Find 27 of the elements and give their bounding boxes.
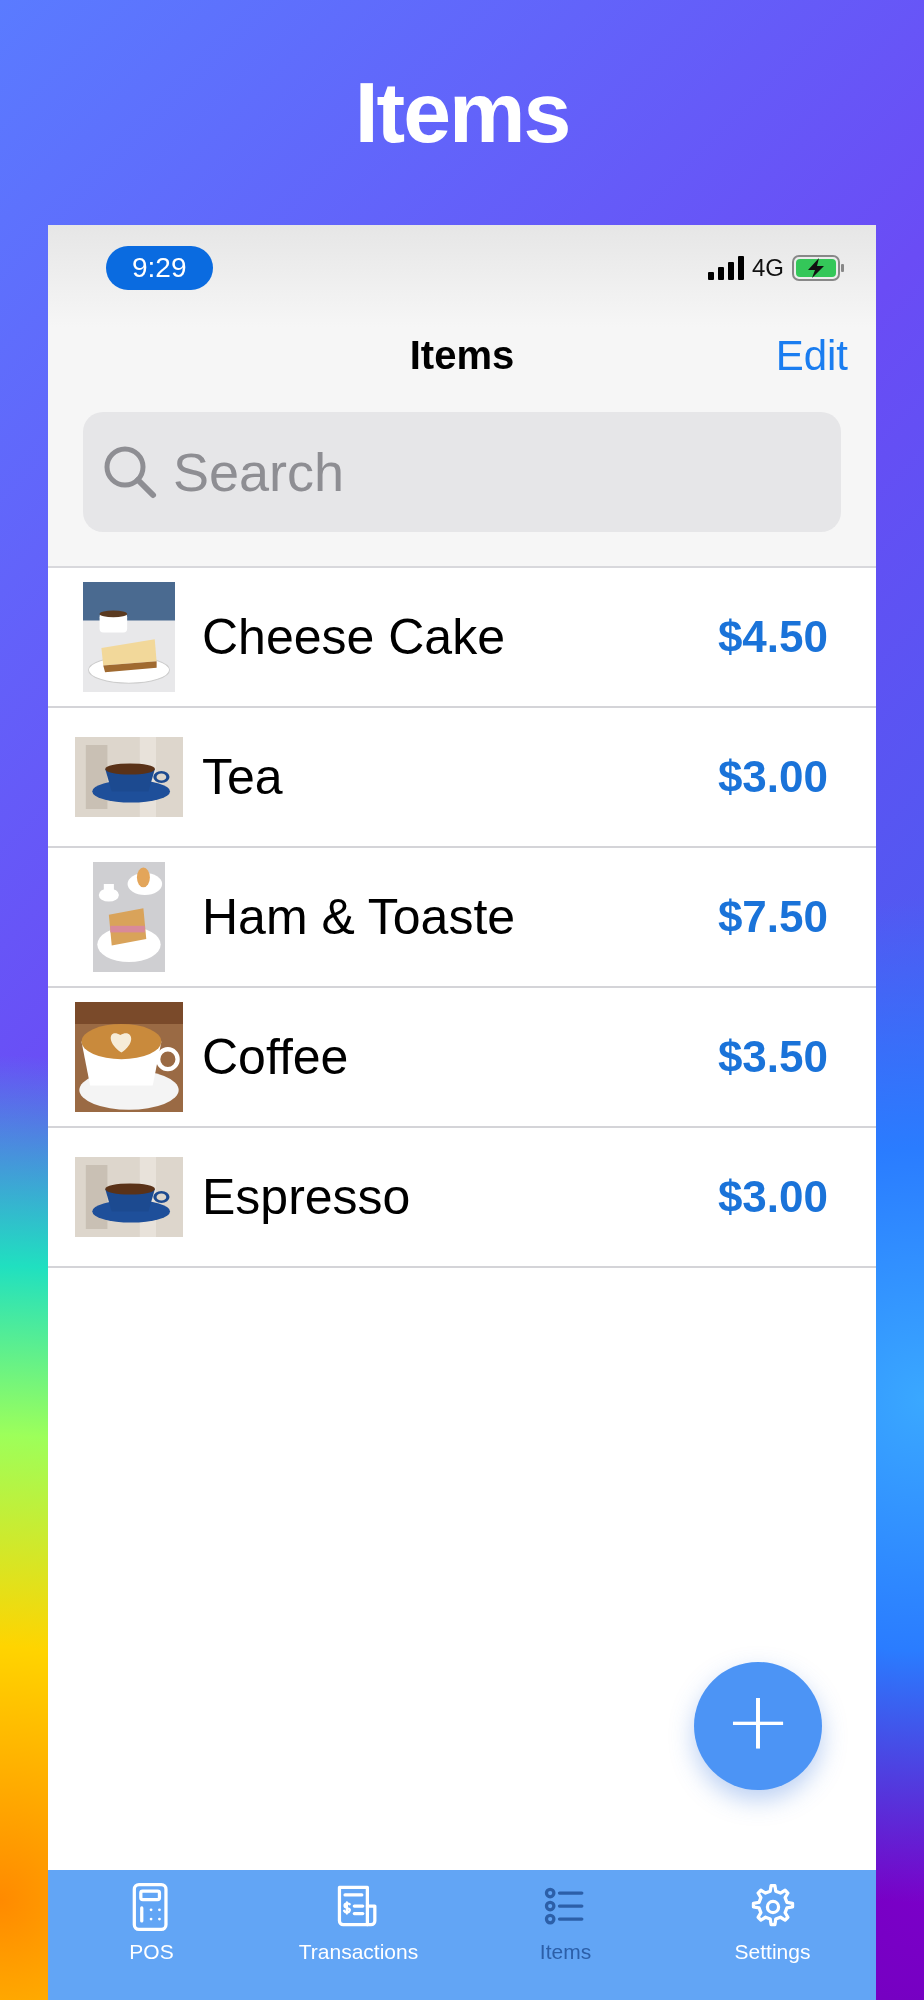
status-time: 9:29 [106,245,213,290]
item-name: Coffee [202,1028,350,1086]
item-row[interactable]: Tea $3.00 [48,708,876,848]
item-price: $3.00 [717,1172,828,1222]
tab-bar-item[interactable]: Transactions [255,1870,462,2000]
edit-button[interactable]: Edit [775,332,848,380]
item-name: Ham & Toaste [202,888,517,946]
item-price: $7.50 [717,892,828,942]
tab-bar-item[interactable]: POS [48,1870,255,2000]
item-price: $3.00 [717,752,828,802]
item-price: $3.50 [717,1032,828,1082]
item-row[interactable]: Ham & Toaste $7.50 [48,848,876,988]
tab-bar-item[interactable]: Items [462,1870,669,2000]
item-name: Tea [202,748,284,806]
nav-title: Items [409,332,515,378]
item-row[interactable]: Espresso $3.00 [48,1128,876,1268]
item-row[interactable]: Cheese Cake $4.50 [48,568,876,708]
search-field[interactable]: Search [83,412,841,532]
tab-bar-item[interactable]: Settings [669,1870,876,2000]
item-row[interactable]: Coffee $3.50 [48,988,876,1128]
item-name: Cheese Cake [202,608,506,666]
network-label: 4G [752,253,784,282]
add-button[interactable]: + [694,1662,822,1790]
page-headline: Items [354,63,570,162]
item-name: Espresso [202,1168,412,1226]
signal-icon [708,255,744,280]
item-price: $4.50 [717,612,828,662]
